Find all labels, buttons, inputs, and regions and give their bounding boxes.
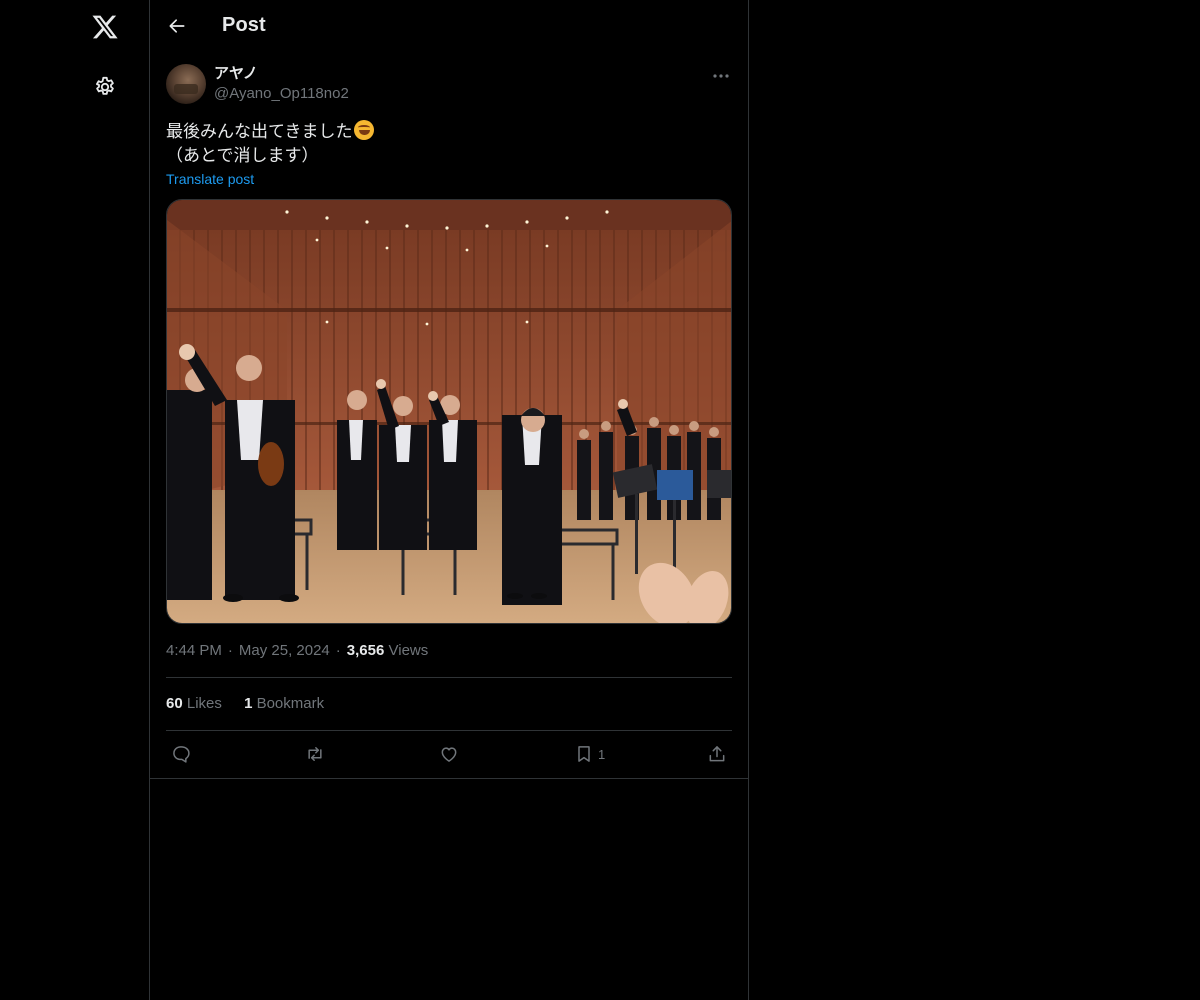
post-date[interactable]: May 25, 2024 [239, 642, 330, 659]
engagement-stats: 60 Likes 1 Bookmark [166, 695, 342, 712]
main-column: Post アヤノ @Ayano_Op118no2 最後みんな出てきました （あと [149, 0, 749, 1000]
orchestra-photo-illustration [167, 200, 731, 623]
gear-icon [96, 76, 114, 95]
author-handle[interactable]: @Ayano_Op118no2 [214, 84, 349, 104]
bookmarks-count: 1 [244, 695, 253, 712]
likes-count: 60 [166, 695, 183, 712]
share-icon [709, 746, 725, 762]
reply-button[interactable] [171, 738, 191, 770]
likes-label: Likes [186, 695, 222, 712]
more-options-button[interactable] [710, 66, 732, 86]
views-label: Views [388, 642, 429, 659]
left-rail [0, 0, 150, 1000]
heart-icon [441, 747, 457, 762]
divider [150, 778, 748, 779]
arrow-left-icon [169, 19, 185, 33]
author-display-name[interactable]: アヤノ [214, 64, 349, 84]
bookmarks-stat[interactable]: 1 Bookmark [244, 695, 324, 712]
page-title: Post [222, 14, 266, 36]
post-text-second-line: （あとで消します） [166, 146, 319, 165]
views-count: 3,656 [346, 642, 385, 659]
bookmark-button[interactable]: 1 [574, 738, 605, 770]
post-meta: 4:44 PM · May 25, 2024 · 3,656 Views [166, 642, 428, 659]
author-block: アヤノ @Ayano_Op118no2 [214, 64, 349, 104]
post-text-line: 最後みんな出てきました [166, 120, 732, 144]
avatar[interactable] [166, 64, 206, 104]
post-media-photo[interactable] [166, 199, 732, 624]
translate-post-link[interactable]: Translate post [166, 171, 254, 187]
rolling-on-the-floor-laughing-emoji-icon [353, 120, 374, 140]
post-time[interactable]: 4:44 PM [166, 642, 222, 659]
meta-separator: · [335, 642, 341, 659]
repost-icon [308, 747, 322, 761]
back-button[interactable] [162, 11, 192, 41]
x-logo-button[interactable] [85, 7, 125, 47]
divider [166, 677, 732, 678]
page: Post アヤノ @Ayano_Op118no2 最後みんな出てきました （あと [0, 0, 1200, 1000]
bookmark-icon [578, 746, 590, 762]
bookmark-action-count: 1 [598, 746, 606, 762]
reply-icon [173, 746, 190, 763]
more-dots-icon [713, 74, 729, 78]
divider [166, 730, 732, 731]
like-button[interactable] [439, 738, 459, 770]
post-text-first-line: 最後みんな出てきました [166, 122, 353, 141]
settings-button[interactable] [85, 67, 125, 107]
post-text: 最後みんな出てきました （あとで消します） [166, 120, 732, 168]
share-button[interactable] [707, 738, 727, 770]
x-logo-icon [92, 15, 118, 39]
repost-button[interactable] [304, 738, 326, 770]
header: Post [150, 0, 748, 53]
action-bar: 1 [166, 738, 732, 770]
likes-stat[interactable]: 60 Likes [166, 695, 222, 712]
bookmarks-label: Bookmark [256, 695, 325, 712]
meta-separator: · [227, 642, 233, 659]
